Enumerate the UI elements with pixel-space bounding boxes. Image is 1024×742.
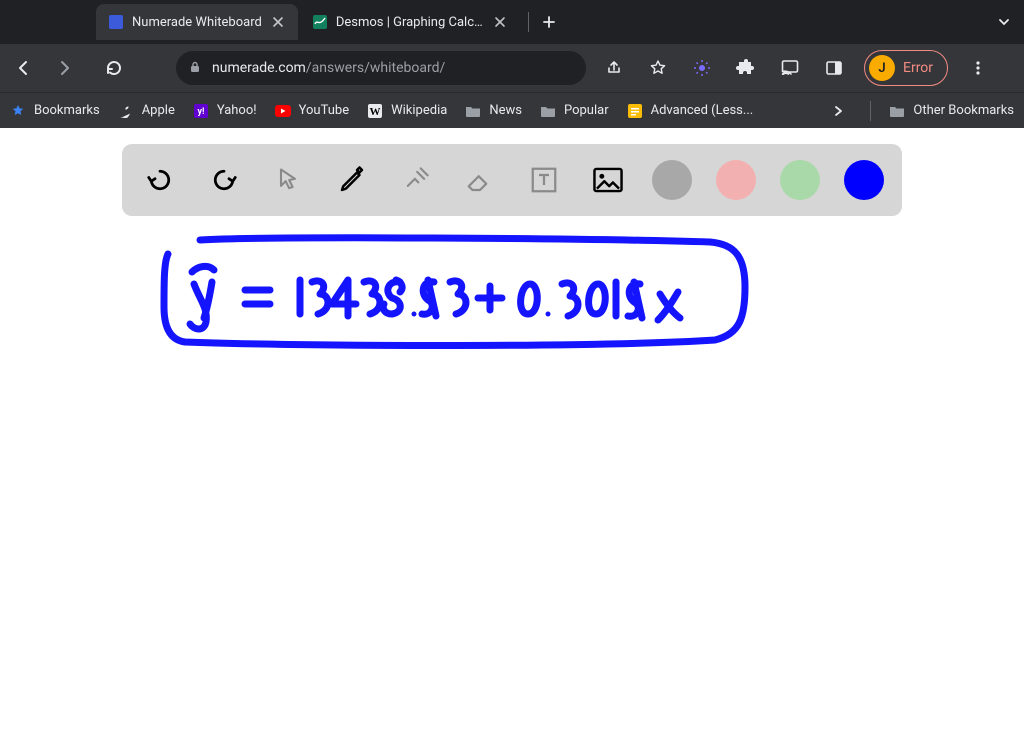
bookmark-label: Yahoo! bbox=[217, 103, 257, 118]
share-icon[interactable] bbox=[600, 54, 628, 82]
yahoo-icon: y! bbox=[193, 103, 209, 119]
bookmark-advanced[interactable]: Advanced (Less... bbox=[627, 103, 754, 119]
svg-text:W: W bbox=[370, 106, 381, 118]
svg-text:y!: y! bbox=[197, 107, 204, 117]
address-bar[interactable]: numerade.com/answers/whiteboard/ bbox=[176, 51, 586, 85]
forward-button[interactable] bbox=[46, 50, 82, 86]
bookmark-label: YouTube bbox=[299, 103, 350, 118]
error-label: Error bbox=[903, 60, 933, 76]
bookmark-label: Bookmarks bbox=[34, 103, 100, 118]
bookmark-label: Other Bookmarks bbox=[913, 103, 1014, 118]
side-panel-icon[interactable] bbox=[820, 54, 848, 82]
whiteboard-canvas[interactable] bbox=[0, 128, 1024, 742]
bookmark-star-icon[interactable] bbox=[644, 54, 672, 82]
avatar: J bbox=[869, 55, 895, 81]
window-expand-icon[interactable] bbox=[984, 2, 1024, 42]
bookmark-yahoo[interactable]: y! Yahoo! bbox=[193, 103, 257, 119]
folder-icon bbox=[889, 103, 905, 119]
bookmarks-overflow-icon[interactable] bbox=[824, 97, 852, 125]
tab-divider bbox=[528, 12, 529, 32]
favicon-icon bbox=[108, 14, 124, 30]
browser-toolbar: numerade.com/answers/whiteboard/ J bbox=[0, 44, 1024, 92]
close-icon[interactable] bbox=[270, 14, 286, 30]
youtube-icon bbox=[275, 103, 291, 119]
bookmark-news[interactable]: News bbox=[465, 103, 522, 119]
bookmark-bookmarks[interactable]: Bookmarks bbox=[10, 103, 100, 119]
other-bookmarks[interactable]: Other Bookmarks bbox=[889, 103, 1014, 119]
back-button[interactable] bbox=[6, 50, 42, 86]
profile-error-pill[interactable]: J Error bbox=[864, 50, 948, 86]
tab-desmos[interactable]: Desmos | Graphing Calculato bbox=[300, 4, 520, 40]
bookmark-label: Advanced (Less... bbox=[651, 103, 754, 118]
bookmark-label: Apple bbox=[142, 103, 175, 118]
folder-icon bbox=[465, 103, 481, 119]
bookmark-youtube[interactable]: YouTube bbox=[275, 103, 350, 119]
reload-button[interactable] bbox=[96, 50, 132, 86]
star-icon bbox=[10, 103, 26, 119]
gdoc-icon bbox=[627, 103, 643, 119]
bookmark-label: News bbox=[489, 103, 522, 118]
handwriting-svg bbox=[150, 232, 770, 372]
bookmark-popular[interactable]: Popular bbox=[540, 103, 609, 119]
folder-icon bbox=[540, 103, 556, 119]
tab-title: Desmos | Graphing Calculato bbox=[336, 15, 484, 30]
url-text: numerade.com/answers/whiteboard/ bbox=[212, 60, 445, 76]
divider bbox=[870, 101, 871, 121]
wikipedia-icon: W bbox=[367, 103, 383, 119]
page-content bbox=[0, 128, 1024, 742]
tab-strip: Numerade Whiteboard Desmos | Graphing Ca… bbox=[0, 0, 1024, 44]
tab-numerade[interactable]: Numerade Whiteboard bbox=[96, 4, 298, 40]
close-icon[interactable] bbox=[492, 14, 508, 30]
bookmark-label: Wikipedia bbox=[391, 103, 447, 118]
bookmark-apple[interactable]: Apple bbox=[118, 103, 175, 119]
lock-icon bbox=[188, 59, 202, 78]
bookmarks-bar: Bookmarks Apple y! Yahoo! YouTube W Wiki… bbox=[0, 92, 1024, 128]
apple-icon bbox=[118, 103, 134, 119]
favicon-icon bbox=[312, 14, 328, 30]
extensions-puzzle-icon[interactable] bbox=[732, 54, 760, 82]
bookmark-label: Popular bbox=[564, 103, 609, 118]
tab-title: Numerade Whiteboard bbox=[132, 15, 262, 30]
cast-icon[interactable] bbox=[776, 54, 804, 82]
extension-sun-icon[interactable] bbox=[688, 54, 716, 82]
kebab-menu-icon[interactable] bbox=[964, 54, 992, 82]
new-tab-button[interactable] bbox=[535, 8, 563, 36]
bookmark-wikipedia[interactable]: W Wikipedia bbox=[367, 103, 447, 119]
